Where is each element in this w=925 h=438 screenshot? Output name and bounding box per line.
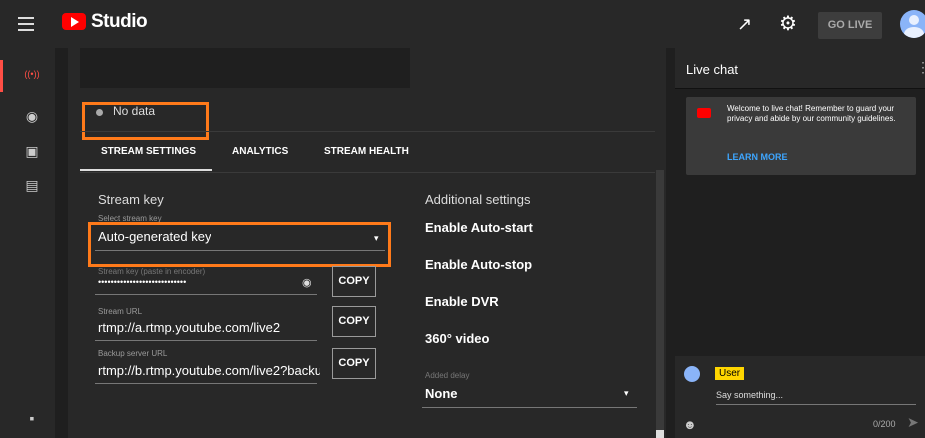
chat-title: Live chat <box>686 62 739 77</box>
tab-active-indicator <box>80 169 212 171</box>
delay-underline <box>422 407 637 408</box>
additional-settings-title: Additional settings <box>425 192 531 207</box>
tabs-divider <box>80 131 655 132</box>
char-counter: 0/200 <box>873 419 896 429</box>
scroll-thumb[interactable] <box>656 430 664 438</box>
left-nav <box>0 48 55 438</box>
status-highlight <box>82 102 209 140</box>
360-video-setting[interactable]: 360° video <box>425 331 489 346</box>
more-icon[interactable]: ⋮ <box>916 59 925 76</box>
tab-analytics[interactable]: ANALYTICS <box>232 146 288 157</box>
stream-key-field[interactable]: •••••••••••••••••••••••••••• <box>98 277 186 287</box>
copy-backup-button[interactable]: COPY <box>332 348 376 379</box>
send-icon[interactable]: ➤ <box>907 414 919 431</box>
dvr-setting[interactable]: Enable DVR <box>425 294 499 309</box>
copy-key-button[interactable]: COPY <box>332 266 376 297</box>
copy-url-button[interactable]: COPY <box>332 306 376 337</box>
content-icon[interactable]: ▤ <box>22 177 42 194</box>
backup-underline <box>95 383 317 384</box>
user-badge: User <box>715 367 745 380</box>
added-delay-select[interactable]: None <box>425 386 458 401</box>
key-underline <box>95 294 317 295</box>
youtube-mini-icon <box>697 108 711 118</box>
auto-stop-setting[interactable]: Enable Auto-stop <box>425 257 532 272</box>
added-delay-label: Added delay <box>425 371 470 380</box>
menu-icon[interactable] <box>18 17 34 31</box>
backup-url-field[interactable]: rtmp://b.rtmp.youtube.com/live2?backu <box>98 363 320 378</box>
backup-label: Backup server URL <box>98 349 168 358</box>
stream-key-title: Stream key <box>98 192 164 207</box>
chat-user-avatar <box>684 366 700 382</box>
nav-active-indicator <box>0 60 3 92</box>
emoji-icon[interactable]: ☻ <box>683 417 697 432</box>
content-divider <box>80 172 655 173</box>
live-stream-icon[interactable]: ((•)) <box>22 69 42 79</box>
feedback-icon[interactable]: ▪ <box>22 410 42 426</box>
camera-icon[interactable]: ◉ <box>22 108 42 125</box>
eye-off-icon[interactable]: ◉ <box>302 276 312 289</box>
preview-area <box>80 48 410 88</box>
welcome-text: Welcome to live chat! Remember to guard … <box>727 104 896 123</box>
avatar[interactable] <box>900 10 925 38</box>
chat-input-underline <box>716 404 916 405</box>
go-live-button[interactable]: GO LIVE <box>818 12 882 39</box>
tab-stream-health[interactable]: STREAM HEALTH <box>324 146 409 157</box>
app-title[interactable]: Studio <box>91 11 148 33</box>
key-label: Stream key (paste in encoder) <box>98 267 206 276</box>
main-scrollbar[interactable] <box>656 170 664 435</box>
delay-chevron-down-icon[interactable]: ▾ <box>624 388 629 399</box>
gear-icon[interactable]: ⚙ <box>779 11 797 36</box>
stream-url-field[interactable]: rtmp://a.rtmp.youtube.com/live2 <box>98 320 320 335</box>
learn-more-link[interactable]: LEARN MORE <box>727 152 788 162</box>
calendar-icon[interactable]: ▣ <box>22 143 42 160</box>
tab-stream-settings[interactable]: STREAM SETTINGS <box>101 146 196 157</box>
url-underline <box>95 340 317 341</box>
url-label: Stream URL <box>98 307 143 316</box>
youtube-logo-icon[interactable] <box>62 13 86 30</box>
auto-start-setting[interactable]: Enable Auto-start <box>425 220 533 235</box>
chat-input[interactable]: Say something... <box>716 390 783 400</box>
select-highlight <box>88 222 391 267</box>
share-icon[interactable]: ↗ <box>737 14 752 35</box>
